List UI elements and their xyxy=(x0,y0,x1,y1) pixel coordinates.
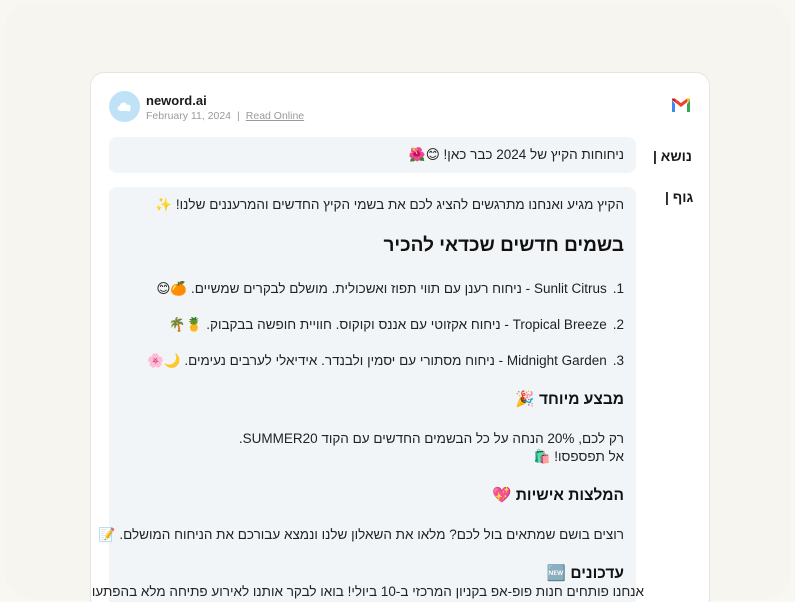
list-item-text: Sunlit Citrus - ניחוח רענן עם תווי תפוז … xyxy=(156,281,607,296)
body-intro: הקיץ מגיע ואנחנו מתרגשים להציג לכם את בש… xyxy=(155,197,624,212)
body-field[interactable]: הקיץ מגיע ואנחנו מתרגשים להציג לכם את בש… xyxy=(92,187,644,602)
offer-line-1: רק לכם, 20% הנחה על כל הבשמים החדשים עם … xyxy=(238,431,624,446)
offer-line-2: אל תפספסו! 🛍️ xyxy=(533,449,624,464)
list-item-number: 3. xyxy=(612,353,624,368)
offer-heading: מבצע מיוחד 🎉 xyxy=(515,391,624,408)
subject-text: ניחוחות הקיץ של 2024 כבר כאן! 😊🌺 xyxy=(408,147,624,162)
list-item-text: Midnight Garden - ניחוח מסתורי עם יסמין … xyxy=(147,353,607,368)
meta-separator: | xyxy=(237,110,240,122)
list-item-number: 1. xyxy=(612,281,624,296)
list-item: 3. Midnight Garden - ניחוח מסתורי עם יסמי… xyxy=(147,353,624,369)
body-heading: בשמים חדשים שכדאי להכיר xyxy=(383,235,624,256)
list-item-number: 2. xyxy=(612,317,624,332)
email-header: neword.ai February 11, 2024 | Read Online xyxy=(109,91,691,127)
body-label: גוף | xyxy=(665,189,694,205)
recommendations-heading: המלצות אישיות 💖 xyxy=(492,487,624,504)
list-item: 2. Tropical Breeze - ניחוח אקזוטי עם אננס… xyxy=(169,317,624,333)
updates-heading: עדכונים 🆕 xyxy=(546,565,624,582)
subject-label: נושא | xyxy=(653,148,692,164)
subject-field[interactable]: ניחוחות הקיץ של 2024 כבר כאן! 😊🌺 xyxy=(109,137,636,173)
sender-name: neword.ai xyxy=(146,93,207,108)
read-online-link[interactable]: Read Online xyxy=(246,110,304,122)
email-card: neword.ai February 11, 2024 | Read Online … xyxy=(90,72,710,602)
recommendations-text: רוצים בושם שמתאים בול לכם? מלאו את השאלו… xyxy=(98,527,624,542)
sender-avatar xyxy=(109,91,140,122)
list-item-text: Tropical Breeze - ניחוח אקזוטי עם אננס ו… xyxy=(168,317,607,332)
logo-icon xyxy=(117,101,131,111)
updates-text: אנחנו פותחים חנות פופ-אפ בקניון המרכזי ב… xyxy=(91,584,644,599)
sender-meta: February 11, 2024 | Read Online xyxy=(146,110,304,122)
email-date: February 11, 2024 xyxy=(146,110,232,122)
gmail-icon xyxy=(672,98,690,112)
list-item: 1. Sunlit Citrus - ניחוח רענן עם תווי תפו… xyxy=(156,281,624,297)
